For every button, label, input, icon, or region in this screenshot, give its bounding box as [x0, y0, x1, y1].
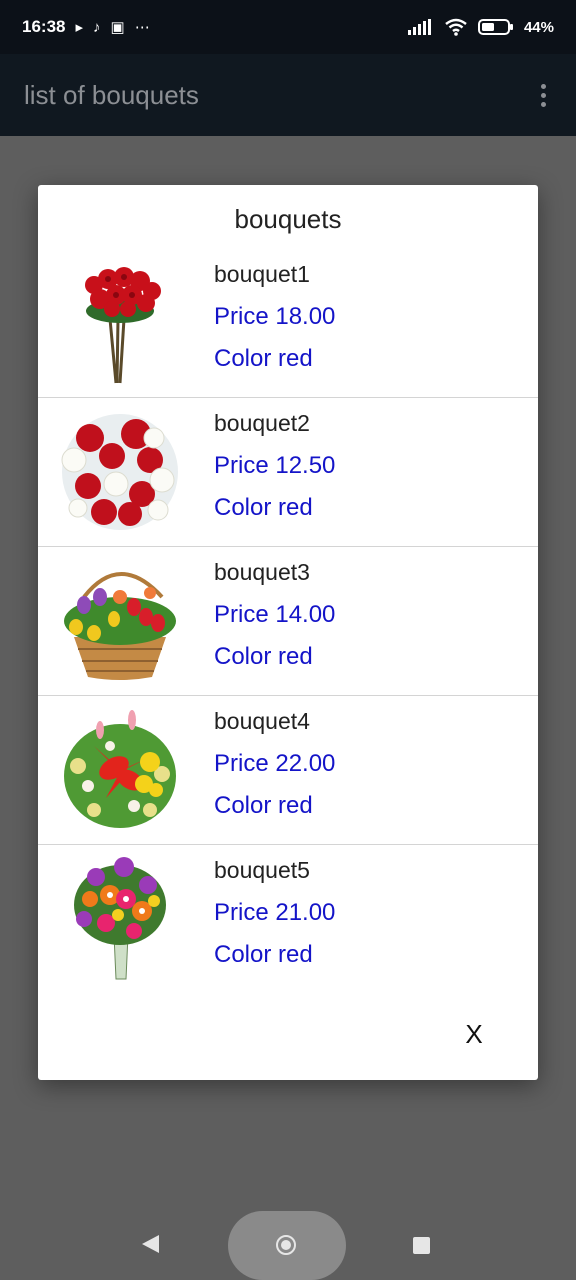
bouquet-color: Color red: [214, 494, 313, 521]
mixed-gerbera-bouquet-image: [54, 855, 186, 983]
more-dots-icon: ⋯: [134, 19, 150, 36]
bouquet-name: bouquet1: [214, 261, 310, 287]
battery-percent: 44%: [523, 18, 554, 36]
status-time: 16:38: [22, 17, 66, 36]
tulip-basket-image: [54, 557, 186, 685]
bouquet-price: Price 14.00: [214, 601, 336, 628]
list-item[interactable]: bouquet1 Price 18.00 Color red: [38, 249, 538, 398]
bouquet-name: bouquet2: [214, 410, 310, 436]
close-button[interactable]: X: [454, 1017, 494, 1051]
tiktok-icon: ♪: [93, 18, 101, 36]
app-bar: list of bouquets: [0, 54, 576, 136]
app-title: list of bouquets: [24, 79, 199, 110]
list-item[interactable]: bouquet3 Price 14.00 Color red: [38, 547, 538, 696]
bouquet-name: bouquet4: [214, 708, 310, 734]
status-bar: 16:38 ▸ ♪ ▣ ⋯ 44%: [0, 0, 576, 54]
bouquet-color: Color red: [214, 941, 313, 968]
list-item[interactable]: bouquet2 Price 12.50 Color red: [38, 398, 538, 547]
overflow-menu-icon[interactable]: [535, 78, 552, 113]
back-icon[interactable]: [142, 1235, 159, 1253]
bouquet-list: bouquet1 Price 18.00 Color red bouquet2 …: [38, 249, 538, 993]
system-nav-bar: [0, 1190, 576, 1280]
bouquet-color: Color red: [214, 345, 313, 372]
red-white-rose-bouquet-image: [54, 408, 186, 536]
home-icon[interactable]: [276, 1235, 296, 1255]
bouquet-name: bouquet3: [214, 559, 310, 585]
red-rose-bouquet-image: [54, 259, 186, 387]
bouquet-price: Price 18.00: [214, 303, 336, 330]
bouquet-price: Price 22.00: [214, 750, 336, 777]
dialog-title: bouquets: [234, 204, 342, 234]
list-item[interactable]: bouquet5 Price 21.00 Color red: [38, 845, 538, 993]
gb-badge-icon: ▣: [110, 19, 125, 36]
bouquet-color: Color red: [214, 643, 313, 670]
play-icon: ▸: [75, 19, 84, 36]
wifi-icon: [445, 18, 467, 36]
list-item[interactable]: bouquet4 Price 22.00 Color red: [38, 696, 538, 845]
bouquet-price: Price 21.00: [214, 899, 336, 926]
bouquets-dialog: bouquets bouquet1 Price 18.00 Color red …: [38, 185, 538, 1080]
lily-bouquet-image: [54, 706, 186, 834]
bouquet-price: Price 12.50: [214, 452, 336, 479]
bouquet-name: bouquet5: [214, 857, 310, 883]
battery-icon: [477, 19, 513, 35]
recents-icon[interactable]: [413, 1237, 430, 1254]
bouquet-color: Color red: [214, 792, 313, 819]
signal-icon: [407, 19, 431, 35]
